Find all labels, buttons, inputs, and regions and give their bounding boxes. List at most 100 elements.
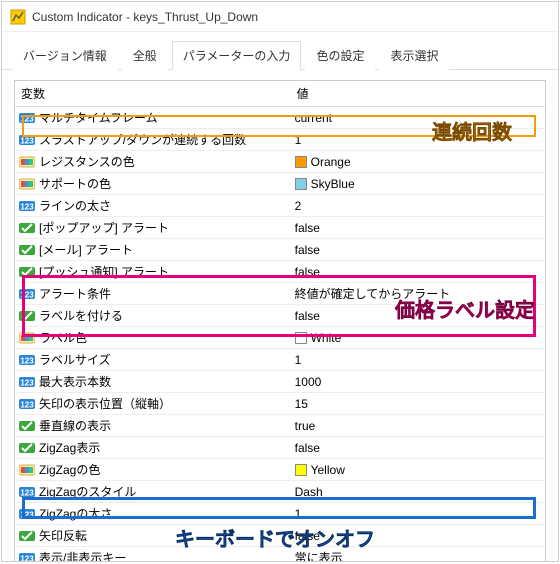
param-name: マルチタイムフレーム	[39, 109, 158, 126]
table-row[interactable]: 矢印反転 false	[15, 525, 546, 547]
table-row[interactable]: 垂直線の表示 true	[15, 415, 546, 437]
svg-text:123: 123	[20, 488, 34, 497]
param-name: ZigZag表示	[39, 439, 100, 456]
svg-text:123: 123	[20, 400, 34, 409]
table-row[interactable]: [プッシュ通知] アラート false	[15, 261, 546, 283]
param-value[interactable]: false	[295, 265, 320, 279]
table-row[interactable]: ZigZag表示 false	[15, 437, 546, 459]
param-name: ZigZagの太さ	[39, 505, 112, 522]
param-value[interactable]: SkyBlue	[311, 177, 355, 191]
table-row[interactable]: 123ラインの太さ2	[15, 195, 546, 217]
param-value[interactable]: 2	[295, 199, 302, 213]
bool-type-icon	[19, 243, 35, 257]
param-value[interactable]: false	[295, 441, 320, 455]
param-value[interactable]: 15	[295, 397, 308, 411]
param-name: 垂直線の表示	[39, 417, 111, 434]
param-name: [プッシュ通知] アラート	[39, 263, 169, 280]
param-value[interactable]: 1	[295, 507, 302, 521]
param-name: ラベルサイズ	[39, 351, 111, 368]
col-header-value[interactable]: 値	[291, 81, 546, 107]
param-name: ZigZagのスタイル	[39, 483, 136, 500]
table-row[interactable]: ラベルを付けるfalse	[15, 305, 546, 327]
int-type-icon: 123	[19, 551, 35, 562]
bool-type-icon	[19, 309, 35, 323]
int-type-icon: 123	[19, 111, 35, 125]
color-type-icon	[19, 331, 35, 345]
window: Custom Indicator - keys_Thrust_Up_Down バ…	[1, 1, 559, 562]
param-value[interactable]: current	[295, 111, 332, 125]
param-name: レジスタンスの色	[39, 153, 135, 170]
table-row[interactable]: ZigZagの色 Yellow	[15, 459, 546, 481]
int-type-icon: 123	[19, 133, 35, 147]
param-value[interactable]: White	[311, 331, 342, 345]
int-type-icon: 123	[19, 507, 35, 521]
int-type-icon: 123	[19, 375, 35, 389]
param-value[interactable]: false	[295, 243, 320, 257]
table-row[interactable]: ラベル色 White	[15, 327, 546, 349]
param-value[interactable]: Orange	[311, 155, 351, 169]
param-value[interactable]: Dash	[295, 485, 323, 499]
param-name: [ポップアップ] アラート	[39, 219, 169, 236]
int-type-icon: 123	[19, 199, 35, 213]
param-value[interactable]: false	[295, 309, 320, 323]
tab-general[interactable]: 全般	[122, 41, 168, 70]
param-value[interactable]: 常に表示	[295, 549, 343, 561]
param-value[interactable]: 終値が確定してからアラート	[295, 285, 451, 302]
tab-version-info[interactable]: バージョン情報	[12, 41, 118, 70]
table-row[interactable]: 123 マルチタイムフレーム current	[15, 107, 546, 129]
param-value[interactable]: false	[295, 221, 320, 235]
color-type-icon	[19, 463, 35, 477]
table-row[interactable]: 123 スラストアップ/ダウンが連続する回数 1	[15, 129, 546, 151]
bool-type-icon	[19, 441, 35, 455]
param-name: スラストアップ/ダウンが連続する回数	[39, 131, 246, 148]
param-value[interactable]: Yellow	[311, 463, 345, 477]
color-swatch	[295, 178, 307, 190]
table-row[interactable]: 123 ラベルサイズ 1	[15, 349, 546, 371]
table-row[interactable]: [メール] アラートfalse	[15, 239, 546, 261]
param-name: 矢印の表示位置（縦軸）	[39, 395, 171, 412]
param-name: アラート条件	[39, 285, 111, 302]
table-row[interactable]: 123 矢印の表示位置（縦軸） 15	[15, 393, 546, 415]
param-value[interactable]: 1	[295, 133, 302, 147]
param-value[interactable]: 1000	[295, 375, 322, 389]
color-swatch	[295, 156, 307, 168]
tab-colors[interactable]: 色の設定	[305, 41, 375, 70]
param-name: ラベル色	[39, 329, 87, 346]
parameters-table: 変数 値 123 マルチタイムフレーム current 123 スラストアップ/ダウンが…	[14, 80, 546, 561]
bool-type-icon	[19, 419, 35, 433]
table-row[interactable]: 123 最大表示本数 1000	[15, 371, 546, 393]
svg-text:123: 123	[20, 290, 34, 299]
tabs: バージョン情報 全般 パラメーターの入力 色の設定 表示選択	[2, 32, 558, 70]
param-name: 矢印反転	[39, 527, 87, 544]
svg-text:123: 123	[20, 114, 34, 123]
param-value[interactable]: false	[295, 529, 320, 543]
color-swatch	[295, 464, 307, 476]
param-name: 表示/非表示キー	[39, 549, 126, 561]
svg-text:123: 123	[20, 554, 34, 561]
table-row[interactable]: [ポップアップ] アラート false	[15, 217, 546, 239]
svg-text:123: 123	[20, 356, 34, 365]
table-row[interactable]: 123 ZigZagの太さ 1	[15, 503, 546, 525]
table-row[interactable]: サポートの色 SkyBlue	[15, 173, 546, 195]
tab-parameters[interactable]: パラメーターの入力	[172, 41, 302, 70]
tab-display[interactable]: 表示選択	[379, 41, 449, 70]
col-header-variable[interactable]: 変数	[15, 81, 291, 107]
param-name: 最大表示本数	[39, 373, 111, 390]
svg-text:123: 123	[20, 378, 34, 387]
window-title: Custom Indicator - keys_Thrust_Up_Down	[32, 10, 258, 24]
int-type-icon: 123	[19, 353, 35, 367]
param-name: ZigZagの色	[39, 461, 100, 478]
table-row[interactable]: レジスタンスの色 Orange	[15, 151, 546, 173]
table-row[interactable]: 123 アラート条件 終値が確定してからアラート	[15, 283, 546, 305]
param-value[interactable]: 1	[295, 353, 302, 367]
param-name: サポートの色	[39, 175, 111, 192]
table-row[interactable]: 123 表示/非表示キー 常に表示	[15, 547, 546, 562]
content-area: 変数 値 123 マルチタイムフレーム current 123 スラストアップ/ダウンが…	[2, 70, 558, 561]
color-type-icon	[19, 177, 35, 191]
param-value[interactable]: true	[295, 419, 316, 433]
int-type-icon: 123	[19, 397, 35, 411]
svg-text:123: 123	[20, 136, 34, 145]
svg-text:123: 123	[20, 510, 34, 519]
table-row[interactable]: 123 ZigZagのスタイル Dash	[15, 481, 546, 503]
int-type-icon: 123	[19, 485, 35, 499]
